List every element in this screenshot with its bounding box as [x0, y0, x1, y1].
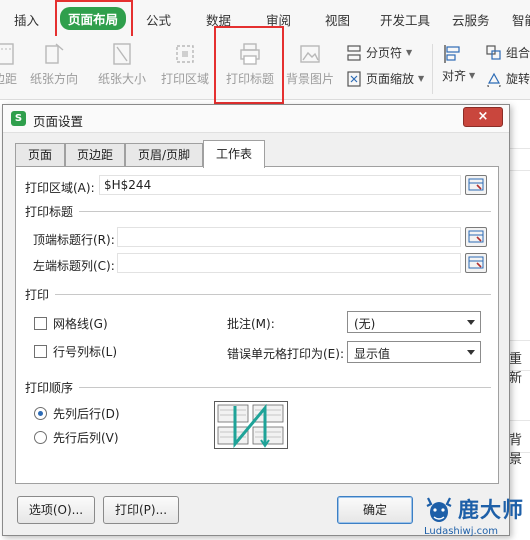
dialog-title: 页面设置	[33, 114, 84, 129]
chevron-down-icon	[467, 350, 475, 355]
background-image-icon	[300, 45, 320, 63]
tab-cloud-service[interactable]: 云服务	[452, 10, 490, 29]
group-divider	[79, 211, 491, 212]
orientation-icon	[45, 43, 64, 64]
print-area-icon	[176, 45, 194, 63]
print-area-button[interactable]: 打印区域	[156, 42, 214, 87]
rotate-button[interactable]: 旋转	[486, 70, 530, 87]
tab-header-footer[interactable]: 页眉/页脚	[125, 143, 203, 167]
tab-formulas[interactable]: 公式	[146, 10, 171, 29]
range-picker-icon	[468, 178, 484, 191]
comments-label: 批注(M):	[227, 317, 275, 331]
print-group-label: 打印	[25, 288, 50, 302]
tab-view[interactable]: 视图	[325, 10, 350, 29]
group-icon	[486, 44, 501, 60]
paper-size-label: 纸张大小	[97, 72, 146, 86]
dialog-titlebar[interactable]: S 页面设置 ×	[3, 105, 509, 133]
page-order-group-label: 打印顺序	[25, 381, 74, 395]
rotate-label: 旋转	[506, 72, 530, 86]
page-zoom-label: 页面缩放	[366, 72, 415, 86]
background-image-button[interactable]: 背景图片	[282, 42, 338, 87]
cell-text: 重新	[509, 352, 523, 386]
comments-select[interactable]: (无)	[347, 311, 481, 333]
page-layout-highlight	[55, 0, 133, 40]
deer-logo-icon	[426, 497, 452, 522]
page-order-preview-icon	[214, 401, 288, 449]
down-then-over-label[interactable]: 先列后行(D)	[53, 405, 120, 422]
background-image-label: 背景图片	[285, 72, 334, 86]
page-zoom-icon	[347, 70, 361, 87]
over-then-down-label[interactable]: 先行后列(V)	[53, 429, 119, 446]
ribbon-separator	[432, 44, 433, 94]
watermark-title: 鹿大师	[458, 498, 524, 522]
group-divider	[55, 294, 491, 295]
orientation-label: 纸张方向	[29, 72, 78, 86]
chevron-down-icon: ▼	[418, 74, 425, 83]
margins-label: 边距	[0, 72, 17, 86]
tab-page[interactable]: 页面	[15, 143, 65, 167]
tab-insert[interactable]: 插入	[14, 10, 39, 29]
page-break-label: 分页符	[366, 46, 403, 60]
ok-button[interactable]: 确定	[337, 496, 413, 524]
page-setup-dialog: S 页面设置 × 页面 页边距 页眉/页脚 工作表 打印区域(A): $H$24…	[2, 104, 510, 536]
margins-button[interactable]: 边距	[0, 42, 20, 87]
rotate-icon	[487, 72, 501, 87]
app-logo-icon: S	[11, 111, 26, 126]
margins-icon	[0, 43, 14, 65]
orientation-button[interactable]: 纸张方向	[26, 42, 82, 87]
tab-smart[interactable]: 智能	[512, 10, 530, 29]
page-zoom-button[interactable]: 页面缩放 ▼	[346, 70, 424, 87]
top-rows-picker-button[interactable]	[465, 227, 487, 247]
chevron-down-icon: ▼	[469, 71, 476, 80]
print-area-input[interactable]: $H$244	[99, 175, 461, 195]
print-titles-group-label: 打印标题	[25, 205, 74, 219]
chevron-down-icon: ▼	[406, 48, 413, 57]
align-label: 对齐	[442, 69, 467, 83]
tab-sheet[interactable]: 工作表	[203, 140, 265, 168]
align-button[interactable]: 对齐 ▼	[442, 44, 475, 84]
watermark-logo: 鹿大师 Ludashiwj.com	[422, 494, 530, 540]
close-button[interactable]: ×	[463, 107, 503, 127]
group-divider	[79, 387, 491, 388]
cell-errors-select-value: 显示值	[354, 347, 391, 361]
left-cols-label: 左端标题列(C):	[33, 259, 115, 273]
tab-margins[interactable]: 页边距	[65, 143, 125, 167]
print-area-picker-button[interactable]	[465, 175, 487, 195]
group-button[interactable]: 组合	[486, 44, 530, 61]
align-icon	[444, 45, 460, 63]
cell-text: 背景	[509, 433, 523, 467]
gridlines-label[interactable]: 网格线(G)	[53, 315, 108, 332]
group-label: 组合	[506, 46, 530, 60]
page-break-icon	[347, 44, 361, 61]
options-button[interactable]: 选项(O)...	[17, 496, 95, 524]
row-col-headers-checkbox[interactable]	[34, 345, 47, 358]
top-rows-input[interactable]	[117, 227, 461, 247]
print-button[interactable]: 打印(P)...	[103, 496, 179, 524]
over-then-down-radio[interactable]	[34, 431, 47, 444]
cell-errors-label: 错误单元格打印为(E):	[227, 347, 344, 361]
chevron-down-icon	[467, 320, 475, 325]
down-then-over-radio[interactable]	[34, 407, 47, 420]
row-col-headers-label[interactable]: 行号列标(L)	[53, 343, 117, 360]
comments-select-value: (无)	[354, 317, 376, 331]
left-cols-picker-button[interactable]	[465, 253, 487, 273]
print-area-field-label: 打印区域(A):	[25, 181, 95, 195]
cell-errors-select[interactable]: 显示值	[347, 341, 481, 363]
top-rows-label: 顶端标题行(R):	[33, 233, 115, 247]
print-area-label: 打印区域	[160, 72, 209, 86]
paper-size-icon	[113, 43, 131, 65]
gridlines-checkbox[interactable]	[34, 317, 47, 330]
page-break-button[interactable]: 分页符 ▼	[346, 44, 412, 61]
range-picker-icon	[468, 230, 484, 243]
print-titles-highlight	[214, 26, 284, 104]
tab-developer[interactable]: 开发工具	[380, 10, 430, 29]
left-cols-input[interactable]	[117, 253, 461, 273]
range-picker-icon	[468, 256, 484, 269]
watermark-url: Ludashiwj.com	[424, 526, 499, 537]
paper-size-button[interactable]: 纸张大小	[94, 42, 150, 87]
